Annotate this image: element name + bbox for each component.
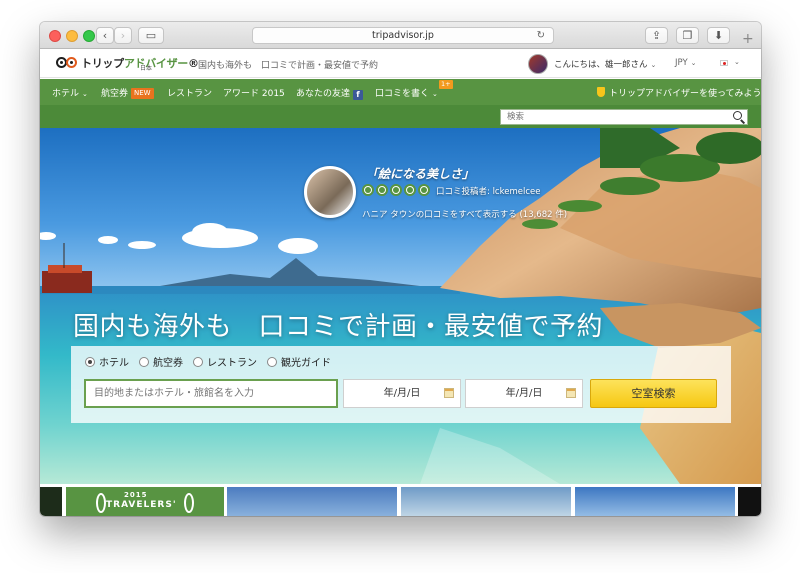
- header-tagline: 国内も海外も 口コミで計画・最安値で予約: [198, 61, 379, 71]
- checkout-date-field[interactable]: 年/月/日: [465, 379, 583, 408]
- rating-bubble-icon: [362, 184, 374, 196]
- rating-bubble-icon: [390, 184, 402, 196]
- show-tabs-button[interactable]: ❐: [676, 27, 699, 44]
- radio-hotel[interactable]: ホテル: [85, 354, 129, 369]
- chevron-down-icon: ⌄: [690, 59, 697, 67]
- new-badge: NEW: [131, 88, 154, 99]
- thumbnail-card[interactable]: [401, 487, 571, 516]
- radio-flights[interactable]: 航空券: [139, 354, 183, 369]
- rating-bubble-icon: [418, 184, 430, 196]
- chevron-right-icon: ›: [120, 29, 126, 42]
- reviewer-photo[interactable]: [304, 166, 356, 218]
- logo-subtitle: 日本: [140, 65, 153, 72]
- facebook-icon: f: [353, 90, 364, 100]
- sidebar-icon: ▭: [145, 29, 157, 42]
- shield-icon: [597, 87, 605, 97]
- site-search-input[interactable]: [500, 109, 748, 125]
- radio-travel-guide[interactable]: 観光ガイド: [267, 354, 331, 369]
- reviewer-name[interactable]: 口コミ投稿者: lckemelcee: [436, 185, 540, 197]
- browser-toolbar: ‹ › ▭ tripadvisor.jp ↻ ⇪ ❐ ⬇ +: [40, 22, 761, 49]
- thumbnail-card[interactable]: [40, 487, 62, 516]
- chevron-down-icon: ⌄: [650, 61, 657, 69]
- share-button[interactable]: ⇪: [645, 27, 668, 44]
- forward-button[interactable]: ›: [114, 27, 132, 44]
- room-search-button[interactable]: 空室検索: [590, 379, 717, 408]
- nav-write-review[interactable]: 口コミを書く ⌄: [375, 86, 438, 99]
- japan-flag-icon[interactable]: [720, 60, 728, 66]
- zoom-window-button[interactable]: [83, 30, 95, 42]
- thumbnail-card[interactable]: [227, 487, 397, 516]
- all-reviews-link[interactable]: ハニア タウンの口コミをすべて表示する (13,682 件): [362, 208, 567, 220]
- radio-selected-icon: [85, 356, 95, 367]
- downloads-button[interactable]: ⬇: [707, 27, 730, 44]
- tabs-icon: ❐: [682, 29, 693, 42]
- address-bar[interactable]: tripadvisor.jp ↻: [252, 27, 554, 44]
- thumbnail-card[interactable]: [575, 487, 735, 516]
- nav-friends[interactable]: あなたの友達 f: [296, 86, 364, 100]
- destination-input[interactable]: [84, 379, 338, 408]
- search-strip: [40, 105, 761, 128]
- nav-hotel[interactable]: ホテル ⌄: [52, 86, 88, 99]
- travelers-choice-card[interactable]: 2015 TRAVELERS': [66, 487, 224, 516]
- calendar-icon[interactable]: [444, 388, 454, 398]
- rating-bubble-icon: [404, 184, 416, 196]
- bubble-rating: [362, 184, 432, 196]
- booking-search-panel: ホテル 航空券 レストラン 観光ガイド 年/月/日 年/月/日 空室検索: [71, 346, 731, 423]
- checkin-date-field[interactable]: 年/月/日: [343, 379, 461, 408]
- radio-restaurant[interactable]: レストラン: [193, 354, 257, 369]
- owl-logo-icon: [56, 57, 78, 70]
- award-year: 2015: [124, 491, 148, 499]
- currency-selector[interactable]: JPY ⌄: [675, 58, 697, 68]
- notification-badge: 1+: [439, 80, 453, 89]
- nav-try-app[interactable]: トリップアドバイザーを使ってみよう: [597, 86, 761, 99]
- new-tab-button[interactable]: +: [742, 32, 754, 46]
- back-button[interactable]: ‹: [96, 27, 114, 44]
- share-icon: ⇪: [651, 29, 662, 42]
- hero-banner: 「絵になる美しさ」 口コミ投稿者: lckemelcee ハニア タウンの口コミ…: [40, 128, 761, 484]
- nav-flights[interactable]: 航空券 NEW: [101, 86, 154, 99]
- chevron-down-icon: ⌄: [82, 90, 88, 98]
- browser-window: ‹ › ▭ tripadvisor.jp ↻ ⇪ ❐ ⬇ + トリップアドバイザ…: [40, 22, 761, 516]
- calendar-icon[interactable]: [566, 388, 576, 398]
- site-header: トリップアドバイザー® 日本 国内も海外も 口コミで計画・最安値で予約 こんにち…: [40, 49, 761, 78]
- laurel-icon: [96, 493, 106, 513]
- search-icon[interactable]: [733, 111, 742, 120]
- nav-restaurant[interactable]: レストラン: [167, 86, 212, 99]
- user-avatar[interactable]: [528, 54, 548, 74]
- hero-headline: 国内も海外も 口コミで計画・最安値で予約: [73, 312, 604, 342]
- chevron-left-icon: ‹: [102, 29, 108, 42]
- featured-thumbnails: 2015 TRAVELERS': [40, 484, 761, 516]
- sidebar-toggle-button[interactable]: ▭: [138, 27, 164, 44]
- award-title: TRAVELERS': [106, 500, 177, 510]
- radio-icon: [193, 356, 203, 367]
- radio-icon: [267, 356, 277, 367]
- thumbnail-card[interactable]: [738, 487, 761, 516]
- review-quote[interactable]: 「絵になる美しさ」: [366, 165, 474, 182]
- close-window-button[interactable]: [49, 30, 61, 42]
- url-text: tripadvisor.jp: [372, 30, 434, 41]
- user-greeting-menu[interactable]: こんにちは、雄一郎さん ⌄: [554, 58, 656, 70]
- reload-icon[interactable]: ↻: [537, 28, 545, 43]
- main-nav: ホテル ⌄ 航空券 NEW レストラン アワード 2015 あなたの友達 f 口コミを…: [40, 79, 761, 105]
- laurel-icon: [184, 493, 194, 513]
- minimize-window-button[interactable]: [66, 30, 78, 42]
- chevron-down-icon: ⌄: [432, 90, 438, 98]
- chevron-down-icon[interactable]: ⌄: [734, 58, 740, 66]
- rating-bubble-icon: [376, 184, 388, 196]
- download-icon: ⬇: [713, 29, 724, 42]
- tripadvisor-logo[interactable]: トリップアドバイザー®: [56, 55, 199, 71]
- radio-icon: [139, 356, 149, 367]
- search-type-radios: ホテル 航空券 レストラン 観光ガイド: [85, 354, 341, 369]
- nav-award-2015[interactable]: アワード 2015: [223, 86, 285, 99]
